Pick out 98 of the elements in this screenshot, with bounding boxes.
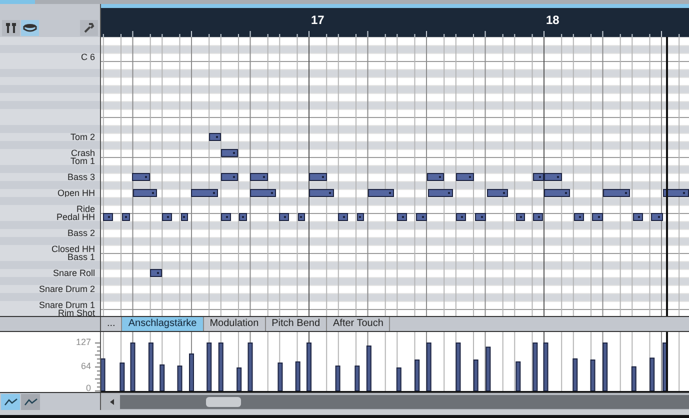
midi-note[interactable] (150, 269, 162, 277)
velocity-bar[interactable] (206, 342, 212, 392)
midi-note[interactable] (487, 189, 508, 197)
velocity-bar[interactable] (295, 361, 300, 392)
velocity-bar[interactable] (354, 366, 360, 392)
velocity-bar[interactable] (366, 346, 372, 392)
controller-tab[interactable]: Anschlagstärke (122, 317, 204, 331)
velocity-bar[interactable] (278, 362, 283, 392)
wrench-icon (83, 22, 95, 34)
drum-key-label: Pedal HH (56, 212, 95, 222)
midi-note[interactable] (221, 149, 238, 157)
drum-icon (23, 23, 37, 33)
velocity-bar[interactable] (650, 358, 655, 392)
drum-key-label: Ride (76, 204, 95, 214)
drum-key-label: Bass 3 (67, 172, 95, 182)
velocity-bar[interactable] (486, 346, 491, 392)
horizontal-scrollbar[interactable] (101, 393, 689, 410)
midi-note[interactable] (651, 213, 663, 221)
velocity-scale-label: 127 (76, 338, 91, 347)
scroll-left-icon[interactable] (109, 398, 115, 404)
velocity-bar[interactable] (148, 342, 154, 392)
line-graph-icon (4, 398, 18, 406)
midi-note[interactable] (427, 173, 444, 181)
midi-note[interactable] (603, 189, 630, 197)
midi-note[interactable] (663, 189, 689, 197)
midi-note[interactable] (397, 213, 407, 221)
midi-note[interactable] (103, 213, 113, 221)
drum-key-label: Closed HH (51, 244, 95, 254)
midi-note[interactable] (309, 173, 327, 181)
midi-note[interactable] (181, 213, 188, 221)
midi-note[interactable] (368, 189, 394, 197)
bar-number: 18 (546, 14, 560, 26)
velocity-bar[interactable] (602, 342, 608, 392)
velocity-bar[interactable] (414, 360, 420, 392)
midi-note[interactable] (456, 173, 474, 181)
drum-key-label: Snare Drum 1 (38, 300, 95, 310)
velocity-scale-ticks (95, 342, 100, 392)
midi-note[interactable] (279, 213, 289, 221)
midi-note[interactable] (338, 213, 348, 221)
midi-note[interactable] (516, 213, 525, 221)
midi-note[interactable] (428, 189, 453, 197)
velocity-bar[interactable] (160, 364, 165, 392)
velocity-scale-label: 64 (80, 362, 91, 371)
midi-note[interactable] (544, 189, 570, 197)
drum-key-label: Snare Roll (52, 268, 95, 278)
velocity-bar[interactable] (516, 361, 521, 392)
velocity-bar[interactable] (456, 342, 461, 392)
midi-note[interactable] (475, 213, 486, 221)
drum-key-label: Tom 1 (70, 156, 95, 166)
midi-note[interactable] (298, 213, 305, 221)
settings-button[interactable] (80, 20, 98, 36)
midi-note[interactable] (162, 213, 172, 221)
midi-note[interactable] (456, 213, 466, 221)
lane-view-button[interactable] (21, 394, 40, 410)
velocity-bar[interactable] (631, 366, 636, 392)
midi-note[interactable] (133, 189, 157, 197)
drum-key-label: Bass 1 (67, 252, 95, 262)
velocity-bar[interactable] (236, 367, 242, 392)
velocity-bar[interactable] (120, 362, 125, 392)
scroll-thumb[interactable] (206, 396, 241, 406)
velocity-bar[interactable] (532, 342, 538, 392)
drumsticks-icon (5, 22, 17, 34)
midi-note[interactable] (309, 189, 334, 197)
midi-note[interactable] (209, 133, 221, 141)
midi-note[interactable] (533, 213, 543, 221)
view-toggle-button[interactable] (21, 20, 39, 36)
midi-note[interactable] (574, 213, 584, 221)
timeline-ruler[interactable]: 17 18 (101, 4, 689, 37)
midi-note[interactable] (416, 213, 427, 221)
midi-note[interactable] (592, 213, 603, 221)
drum-key-label: Rim Shot (58, 308, 95, 316)
midi-note[interactable] (239, 213, 247, 221)
midi-note[interactable] (544, 173, 562, 181)
midi-note[interactable] (250, 189, 276, 197)
velocity-bar[interactable] (572, 358, 578, 392)
drum-key-label: Open HH (57, 188, 95, 198)
velocity-bar[interactable] (396, 367, 402, 392)
line-graph-icon (24, 398, 38, 406)
midi-note[interactable] (250, 173, 268, 181)
midi-note[interactable] (633, 213, 643, 221)
drum-key-label: Bass 2 (67, 228, 95, 238)
midi-note[interactable] (221, 173, 238, 181)
bar-number: 17 (311, 14, 324, 26)
drum-key-label: Crash (70, 148, 95, 158)
drum-key-label: Snare Drum 2 (38, 284, 95, 294)
velocity-bar[interactable] (218, 342, 224, 392)
midi-note[interactable] (357, 213, 364, 221)
midi-note[interactable] (122, 213, 130, 221)
midi-note[interactable] (191, 189, 218, 197)
midi-note[interactable] (533, 173, 544, 181)
midi-note[interactable] (132, 173, 150, 181)
midi-note[interactable] (221, 213, 231, 221)
drum-key-label: Tom 2 (70, 132, 95, 142)
view-toggle-button[interactable] (2, 20, 20, 36)
drum-key-label: C 6 (80, 52, 95, 62)
velocity-scale-label: 0 (86, 384, 91, 393)
lane-view-button[interactable] (1, 394, 20, 410)
velocity-bar[interactable] (335, 366, 340, 392)
